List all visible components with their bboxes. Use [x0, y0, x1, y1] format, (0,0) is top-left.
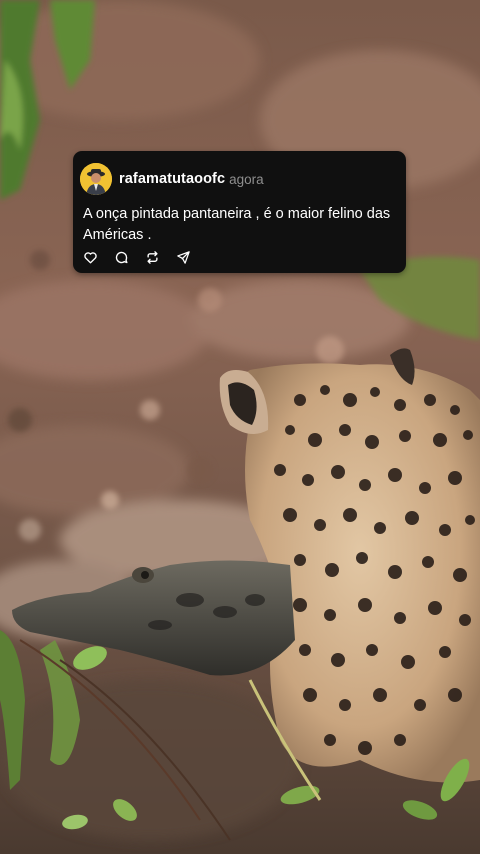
threads-post-card[interactable]: rafamatutaoofc agora A onça pintada pant…: [73, 151, 406, 273]
like-button[interactable]: [82, 249, 98, 265]
repost-icon: [146, 250, 158, 264]
avatar-image: [80, 163, 112, 195]
share-button[interactable]: [175, 249, 191, 265]
avatar[interactable]: [80, 163, 112, 195]
username[interactable]: rafamatutaoofc: [119, 171, 225, 187]
reply-button[interactable]: [113, 249, 129, 265]
video-frame: rafamatutaoofc agora A onça pintada pant…: [0, 0, 480, 854]
post-text: A onça pintada pantaneira , é o maior fe…: [83, 206, 391, 243]
background-photo: [0, 0, 480, 854]
repost-button[interactable]: [144, 249, 160, 265]
share-icon: [176, 250, 190, 264]
post-timestamp: agora: [229, 171, 264, 187]
post-actions: [82, 249, 206, 265]
post-header: rafamatutaoofc agora: [80, 163, 264, 195]
heart-icon: [83, 251, 97, 263]
comment-icon: [115, 251, 127, 263]
